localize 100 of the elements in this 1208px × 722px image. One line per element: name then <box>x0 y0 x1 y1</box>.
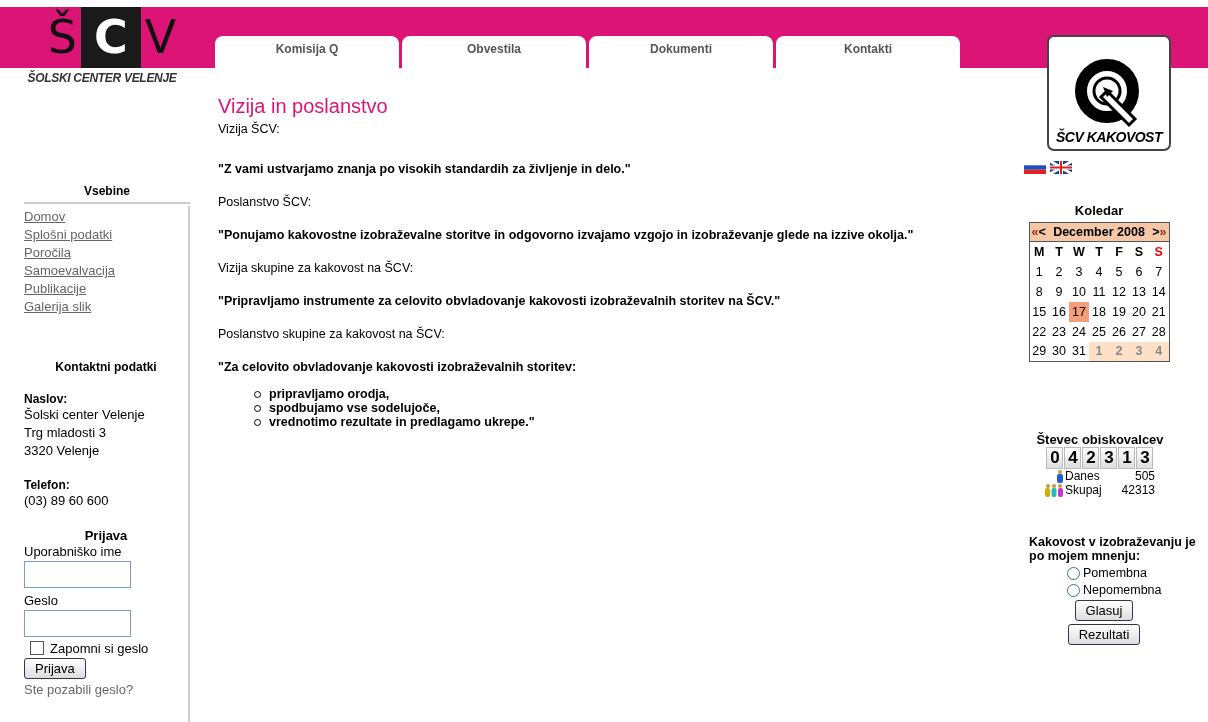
logo-letter: V <box>144 9 177 66</box>
calendar-day[interactable]: 23 <box>1049 321 1069 342</box>
calendar-title: Koledar <box>1074 203 1124 218</box>
counter-digit: 2 <box>1082 447 1100 469</box>
calendar-day[interactable]: 19 <box>1109 301 1129 322</box>
counter-digit: 3 <box>1100 447 1118 469</box>
calendar-day[interactable]: 30 <box>1049 341 1069 362</box>
counter-digit: 0 <box>1046 447 1064 469</box>
calendar-day[interactable]: 12 <box>1109 281 1129 302</box>
poll-button[interactable]: Glasuj <box>1074 600 1134 621</box>
menu-link[interactable]: Splošni podatki <box>24 226 188 244</box>
calendar-day[interactable]: 7 <box>1149 261 1169 282</box>
password-field[interactable] <box>24 610 131 637</box>
logo-letter: C <box>80 7 141 68</box>
radio-button[interactable] <box>1067 583 1080 597</box>
logo-caption: ŠCV KAKOVOST <box>1056 129 1162 145</box>
nav-tab[interactable]: Obvestila <box>402 36 586 68</box>
menu-heading: Vsebine <box>24 184 190 204</box>
calendar-day[interactable]: 27 <box>1129 321 1149 342</box>
calendar-day[interactable]: 3 <box>1069 261 1089 282</box>
checkbox[interactable] <box>30 641 44 655</box>
contact-heading: Kontaktni podatki <box>54 360 158 374</box>
contact-text: 3320 Velenje <box>24 442 101 460</box>
radio-button[interactable] <box>1067 566 1080 580</box>
calendar-day[interactable]: 24 <box>1069 321 1089 342</box>
calendar-day[interactable]: 14 <box>1149 281 1169 302</box>
list-item: vrednotimo rezultate in predlagamo ukrepe." <box>269 415 535 429</box>
contact-text: Šolski center Velenje <box>24 406 146 424</box>
counter-value: 505 <box>1134 469 1155 483</box>
calendar-month: December 2008 <box>1053 225 1145 239</box>
calendar-day[interactable]: 9 <box>1049 281 1069 302</box>
calendar-day[interactable]: 8 <box>1029 281 1049 302</box>
contact-label: Naslov: <box>24 392 69 406</box>
menu-link[interactable]: Poročila <box>24 244 188 262</box>
counter-digit: 3 <box>1136 447 1154 469</box>
poll-question: Kakovost v izobraževanju je po mojem mnenju: <box>1029 535 1197 563</box>
calendar-day[interactable]: 28 <box>1149 321 1169 342</box>
quote-text: "Za celovito obvladovanje kakovosti izobraževalnih storitev: <box>218 360 578 375</box>
calendar-day[interactable]: 4 <box>1089 261 1109 282</box>
list-item: pripravljamo orodja, <box>269 387 390 401</box>
menu-link[interactable]: Publikacije <box>24 280 188 298</box>
menu-link[interactable]: Samoevalvacija <box>24 262 188 280</box>
calendar-day[interactable]: 6 <box>1129 261 1149 282</box>
calendar-day[interactable]: 15 <box>1029 301 1049 322</box>
calendar-day[interactable]: 21 <box>1149 301 1169 322</box>
counter-digit: 4 <box>1064 447 1082 469</box>
weekday-header: F <box>1109 241 1129 262</box>
paragraph: Poslanstvo skupine za kakovost na ŠCV: <box>218 327 446 342</box>
calendar-day[interactable]: 20 <box>1129 301 1149 322</box>
menu-link[interactable]: Domov <box>24 208 188 226</box>
paragraph: Vizija ŠCV: <box>218 122 281 137</box>
counter-title: Števec obiskovalcev <box>1036 432 1164 447</box>
username-field[interactable] <box>24 561 131 588</box>
calendar-day[interactable]: 13 <box>1129 281 1149 302</box>
menu-link[interactable]: Galerija slik <box>24 298 188 316</box>
calendar-day[interactable]: 18 <box>1089 301 1109 322</box>
option-label: Pomembna <box>1083 566 1147 580</box>
paragraph: Vizija skupine za kakovost na ŠCV: <box>218 261 415 276</box>
calendar-day[interactable]: 5 <box>1109 261 1129 282</box>
prev-nav-link[interactable]: « <box>1031 225 1039 239</box>
prev-nav-link[interactable]: < <box>1038 225 1046 239</box>
nav-tab[interactable]: Komisija Q <box>215 36 399 68</box>
calendar-day[interactable]: 31 <box>1069 341 1089 362</box>
next-nav-link[interactable]: > <box>1152 225 1160 239</box>
contact-text: (03) 89 60 600 <box>24 492 110 510</box>
calendar-day[interactable]: 22 <box>1029 321 1049 342</box>
list-item: spodbujamo vse sodelujoče, <box>269 401 440 415</box>
weekday-header: W <box>1069 241 1089 262</box>
login-button[interactable]: Prijava <box>24 658 86 679</box>
login-heading: Prijava <box>83 528 129 543</box>
calendar-day[interactable]: 11 <box>1089 281 1109 302</box>
logo-letter: Š <box>47 8 77 66</box>
field-label: Geslo <box>24 592 59 610</box>
paragraph: Poslanstvo ŠCV: <box>218 195 313 210</box>
counter-value: 42313 <box>1121 483 1155 497</box>
calendar-day[interactable]: 2 <box>1049 261 1069 282</box>
next-nav-link[interactable]: » <box>1159 225 1167 239</box>
calendar-day[interactable]: 16 <box>1049 301 1069 322</box>
uk-flag-icon[interactable] <box>1050 161 1072 174</box>
forgot-password-link[interactable]: Ste pozabili geslo? <box>24 681 188 699</box>
weekday-header: T <box>1049 241 1069 262</box>
counter-label: Skupaj <box>1065 483 1103 497</box>
calendar-day[interactable]: 29 <box>1029 341 1049 362</box>
counter-label: Danes <box>1065 469 1101 483</box>
checkbox-label: Zapomni si geslo <box>50 641 149 656</box>
nav-tab[interactable]: Dokumenti <box>589 36 773 68</box>
calendar-day[interactable]: 17 <box>1069 301 1089 322</box>
calendar-day[interactable]: 1 <box>1029 261 1049 282</box>
page-title: Vizija in poslanstvo <box>218 95 389 118</box>
field-label: Uporabniško ime <box>24 543 123 561</box>
nav-tab[interactable]: Kontakti <box>776 36 960 68</box>
calendar-day[interactable]: 10 <box>1069 281 1089 302</box>
calendar-day[interactable]: 25 <box>1089 321 1109 342</box>
poll-button[interactable]: Rezultati <box>1067 624 1141 645</box>
contact-label: Telefon: <box>24 478 71 492</box>
weekday-header: T <box>1089 241 1109 262</box>
calendar-day[interactable]: 26 <box>1109 321 1129 342</box>
option-label: Nepomembna <box>1083 583 1162 597</box>
group-icon <box>1045 483 1063 497</box>
counter-digit: 1 <box>1118 447 1136 469</box>
